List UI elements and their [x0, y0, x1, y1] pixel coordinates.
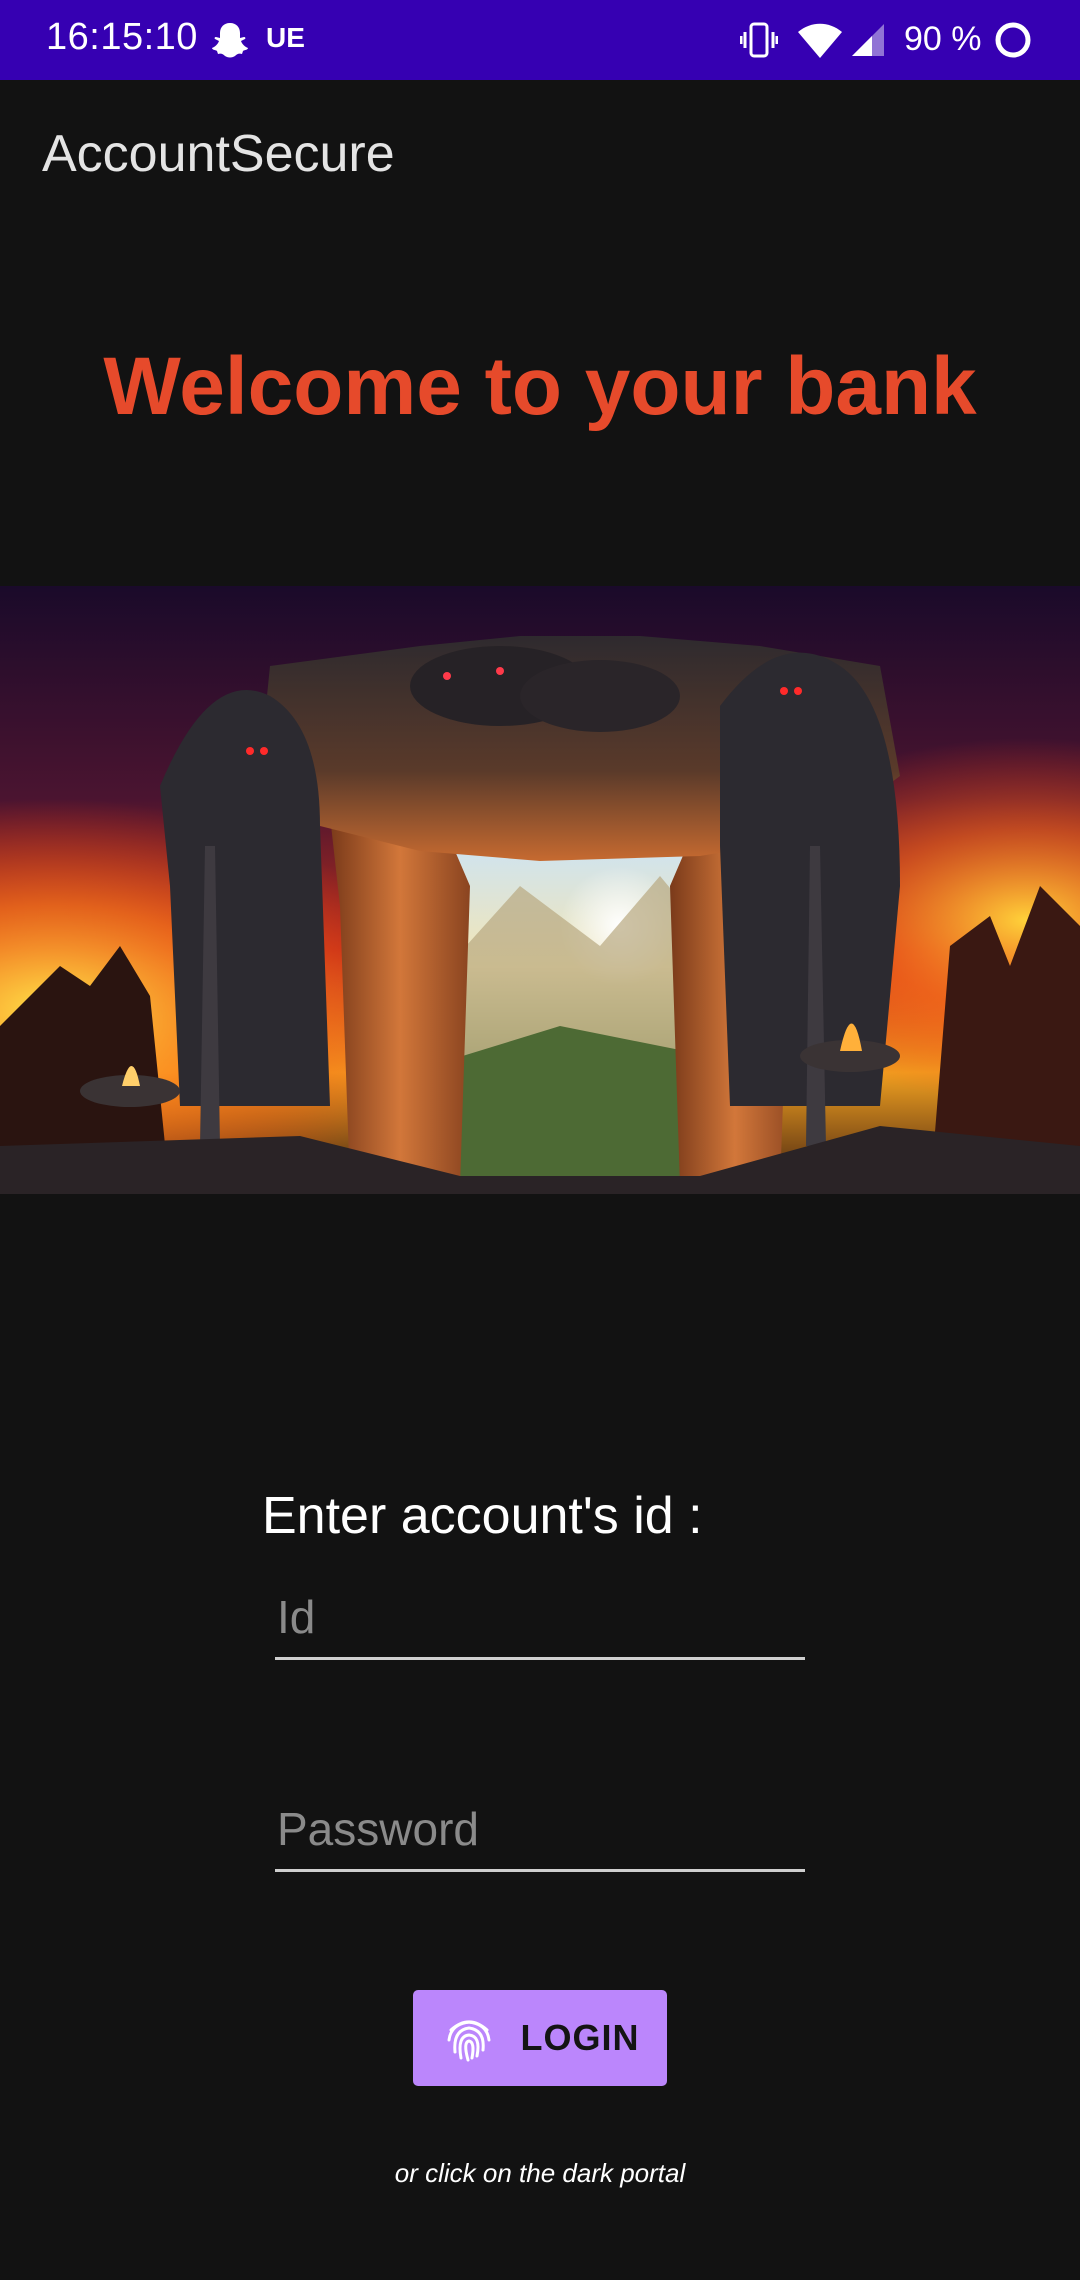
app-title: AccountSecure — [42, 125, 395, 183]
snapchat-icon — [210, 20, 250, 65]
carrier-label: UE — [266, 22, 305, 53]
portal-hint: or click on the dark portal — [394, 2158, 686, 2188]
id-input[interactable] — [275, 1576, 805, 1660]
welcome-heading: Welcome to your bank — [103, 341, 977, 432]
battery-ring-icon — [993, 20, 1033, 65]
password-input[interactable] — [275, 1788, 805, 1872]
dark-portal-image[interactable] — [0, 586, 1080, 1194]
login-button[interactable]: LOGIN — [413, 1990, 667, 2086]
battery-percent: 90 % — [904, 20, 982, 58]
wifi-icon — [796, 20, 844, 65]
login-label: LOGIN — [520, 2017, 640, 2058]
fingerprint-icon — [441, 2010, 497, 2066]
signal-icon — [850, 22, 886, 63]
account-id-label: Enter account's id : — [262, 1487, 703, 1545]
app-bar: AccountSecure — [0, 80, 1080, 232]
status-bar: 16:15:10 UE 90 % — [0, 0, 1080, 80]
status-time: 16:15:10 — [46, 16, 198, 58]
vibrate-icon — [739, 20, 779, 65]
